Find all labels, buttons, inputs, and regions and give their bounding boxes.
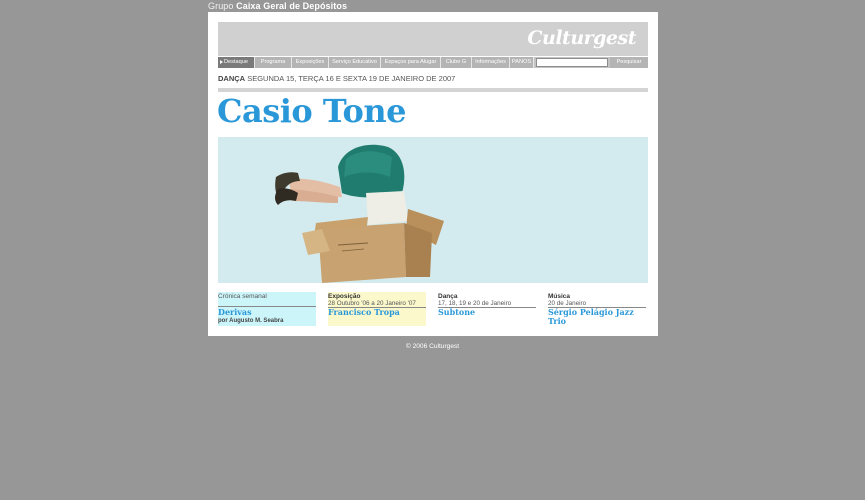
event-dates-text: SEGUNDA 15, TERÇA 16 E SEXTA 19 DE JANEI… [247,74,456,83]
nav-item-servico-educativo[interactable]: Serviço Educativo [329,57,381,68]
nav-item-espacos-alugar[interactable]: Espaços para Alugar [381,57,441,68]
card-danca[interactable]: Dança 17, 18, 19 e 20 de Janeiro Subtone [438,292,536,326]
page-container: Culturgest Destaque Programa Exposições … [208,12,658,336]
card-exposicao[interactable]: Exposição 28 Outubro '06 a 20 Janeiro '0… [328,292,426,326]
footer-copyright: © 2006 Culturgest [405,343,460,350]
event-dates: DANÇA SEGUNDA 15, TERÇA 16 E SEXTA 19 DE… [218,74,455,83]
card-title[interactable]: Derivas [218,308,252,317]
hero-image [218,137,648,283]
event-category: DANÇA [218,74,246,83]
main-nav: Destaque Programa Exposições Serviço Edu… [218,57,648,68]
nav-item-panos[interactable]: PANOS [510,57,534,68]
card-byline: por Augusto M. Seabra [218,318,284,324]
search-button[interactable]: Pesquisar [610,57,648,68]
card-dates: 17, 18, 19 e 20 de Janeiro [438,300,512,307]
banner: Culturgest [218,22,648,56]
card-title[interactable]: Sérgio Pelágio Jazz Trio [548,308,634,326]
group-name[interactable]: Caixa Geral de Depósitos [236,1,347,11]
card-title[interactable]: Francisco Tropa [328,308,400,317]
card-title[interactable]: Subtone [438,308,475,317]
culturgest-logo[interactable]: Culturgest [527,27,636,49]
nav-item-informacoes[interactable]: Informações [472,57,510,68]
card-category: Música [548,293,571,300]
person-in-box-illustration [275,144,444,283]
card-dates: 20 de Janeiro [548,300,587,307]
group-prefix: Grupo [208,1,234,11]
card-cronica[interactable]: Crónica semanal Derivas por Augusto M. S… [218,292,316,326]
card-musica[interactable]: Música 20 de Janeiro Sérgio Pelágio Jazz… [548,292,646,326]
group-header: Grupo Caixa Geral de Depósitos [208,1,347,11]
search-input[interactable] [536,58,608,67]
page-title: Casio Tone [217,92,406,130]
card-category: Crónica semanal [218,293,267,300]
card-category: Exposição [328,293,361,300]
card-category: Dança [438,293,458,300]
nav-item-clube-g[interactable]: Clube G [441,57,472,68]
nav-item-programa[interactable]: Programa [255,57,292,68]
nav-item-exposicoes[interactable]: Exposições [292,57,329,68]
nav-item-destaque[interactable]: Destaque [218,57,255,68]
card-dates: 28 Outubro '06 a 20 Janeiro '07 [328,300,416,307]
related-events: Crónica semanal Derivas por Augusto M. S… [218,292,648,332]
